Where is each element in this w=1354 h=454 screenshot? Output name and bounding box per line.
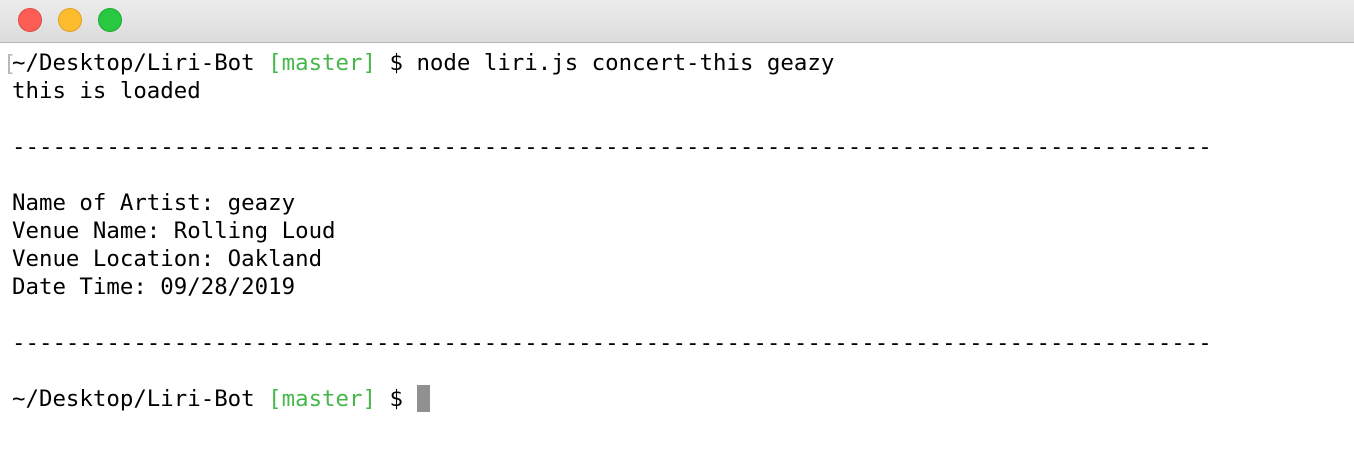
output-datetime: Date Time: 09/28/2019 <box>12 274 296 300</box>
close-button[interactable] <box>18 8 42 32</box>
prompt-path: ~/Desktop/Liri-Bot <box>12 386 255 412</box>
prompt-symbol: $ <box>389 386 403 412</box>
command-text: node liri.js concert-this geazy <box>416 50 835 76</box>
minimize-button[interactable] <box>58 8 82 32</box>
prompt-symbol: $ <box>389 50 403 76</box>
output-loaded: this is loaded <box>12 78 201 104</box>
terminal-content[interactable]: [ ~/Desktop/Liri-Bot [master] $ node lir… <box>0 43 1354 454</box>
output-venue: Venue Name: Rolling Loud <box>12 218 336 244</box>
text-cursor <box>416 385 430 412</box>
command-line: ~/Desktop/Liri-Bot [master] $ node liri.… <box>12 49 834 77</box>
active-prompt-line[interactable]: ~/Desktop/Liri-Bot [master] $ <box>12 385 430 413</box>
prompt-branch: [master] <box>268 50 376 76</box>
terminal-window: [ ~/Desktop/Liri-Bot [master] $ node lir… <box>0 0 1354 454</box>
separator-bottom: ----------------------------------------… <box>12 330 1212 356</box>
output-location: Venue Location: Oakland <box>12 246 323 272</box>
separator-top: ----------------------------------------… <box>12 134 1212 160</box>
prompt-branch: [master] <box>268 386 376 412</box>
prompt-path: ~/Desktop/Liri-Bot <box>12 50 255 76</box>
output-artist: Name of Artist: geazy <box>12 190 296 216</box>
zoom-button[interactable] <box>98 8 122 32</box>
title-bar <box>0 0 1354 43</box>
